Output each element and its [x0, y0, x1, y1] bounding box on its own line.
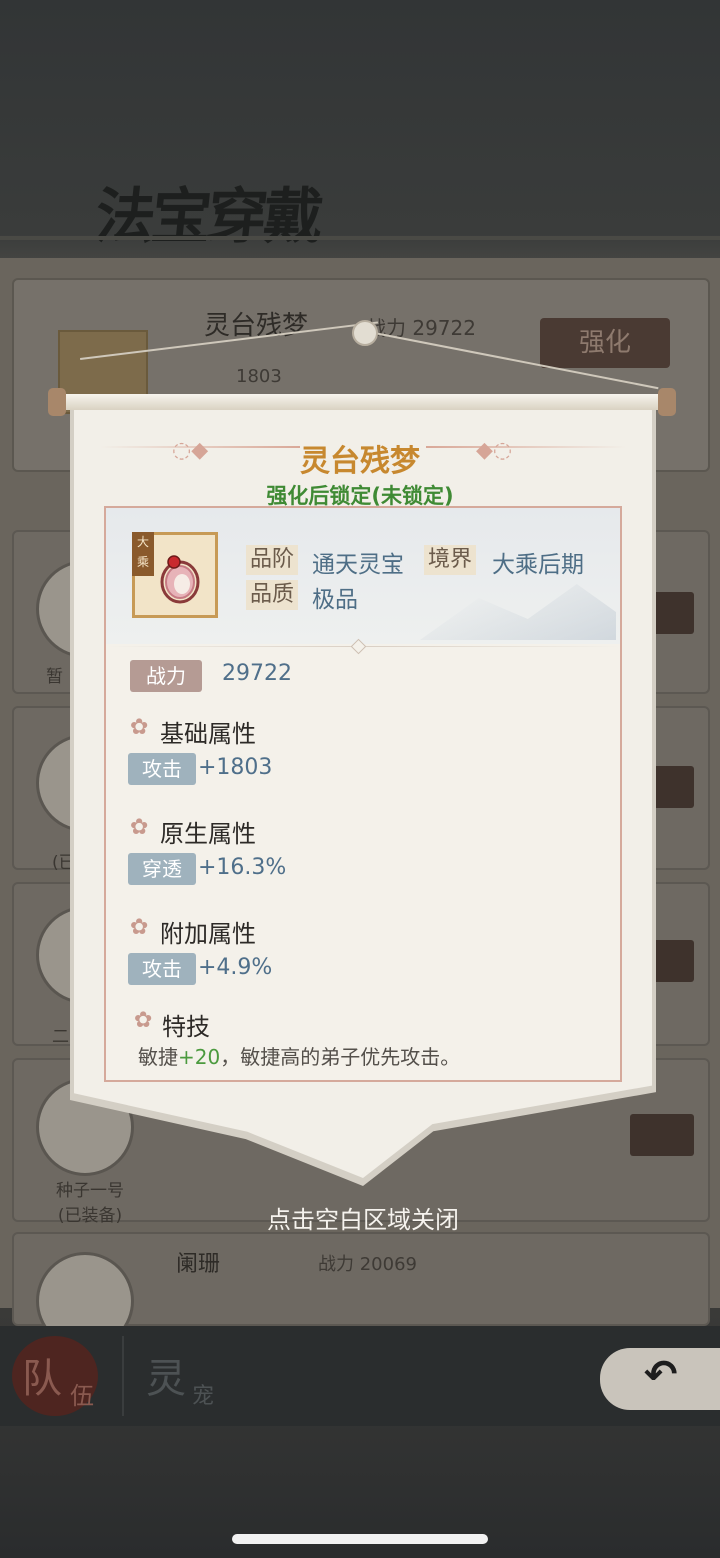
section-title-skill: 特技 — [162, 1013, 210, 1041]
item-grade-tag: 大乘 — [132, 532, 154, 576]
equipped-item-power: 战力 29722 — [366, 316, 476, 340]
quality-label: 品质 — [246, 580, 299, 610]
skill-description: 敏捷+20，敏捷高的弟子优先攻击。 — [138, 1045, 461, 1069]
power-value: 29722 — [222, 661, 292, 686]
pet-tab-sublabel: 宠 — [192, 1384, 215, 1409]
scroll-rod-cap — [48, 388, 66, 416]
home-indicator[interactable] — [232, 1534, 488, 1544]
pet-tab[interactable]: 灵 — [146, 1346, 186, 1404]
section-title-extra: 附加属性 — [160, 920, 256, 948]
item-title: 灵台残梦 — [300, 444, 420, 479]
grade-value: 通天灵宝 — [312, 552, 404, 578]
section-title-basic: 基础属性 — [160, 720, 256, 748]
disciple-name: 阑珊 — [176, 1252, 221, 1277]
section-title-native: 原生属性 — [160, 820, 256, 848]
realm-value: 大乘后期 — [492, 552, 584, 578]
arrow-back-icon: ↶ — [644, 1352, 678, 1398]
stat-value: +16.3% — [198, 855, 287, 880]
stat-tag: 穿透 — [128, 853, 196, 885]
header-divider — [0, 236, 720, 240]
ring-icon — [160, 555, 200, 604]
flower-icon: ✿ — [130, 915, 149, 940]
flower-icon: ✿ — [134, 1008, 153, 1033]
stat-value: +1803 — [198, 755, 273, 780]
disciple-power: 战力 20069 — [318, 1254, 417, 1275]
row-action-button[interactable] — [630, 1114, 694, 1156]
flower-icon: ✿ — [130, 715, 149, 740]
equipped-item-stat: 1803 — [236, 366, 282, 387]
team-tab-label: 队 — [22, 1356, 62, 1402]
close-hint[interactable]: 点击空白区域关闭 — [0, 1200, 720, 1235]
nav-divider — [122, 1336, 124, 1416]
stat-tag: 攻击 — [128, 953, 196, 985]
grade-label: 品阶 — [246, 545, 299, 575]
scroll-rod-cap — [658, 388, 676, 416]
enhance-button[interactable]: 强化 — [540, 318, 670, 368]
row-status-label: 暂 — [46, 667, 63, 687]
stat-value: +4.9% — [198, 955, 273, 980]
power-tag: 战力 — [130, 660, 202, 692]
page-title: 法宝穿戴 — [91, 182, 324, 252]
flower-icon: ✿ — [130, 815, 149, 840]
hanging-knob — [352, 320, 378, 346]
scroll-rod — [52, 394, 674, 410]
quality-value: 极品 — [312, 587, 358, 613]
stat-tag: 攻击 — [128, 753, 196, 785]
realm-label: 境界 — [424, 545, 477, 575]
team-tab-sublabel: 伍 — [70, 1382, 94, 1410]
